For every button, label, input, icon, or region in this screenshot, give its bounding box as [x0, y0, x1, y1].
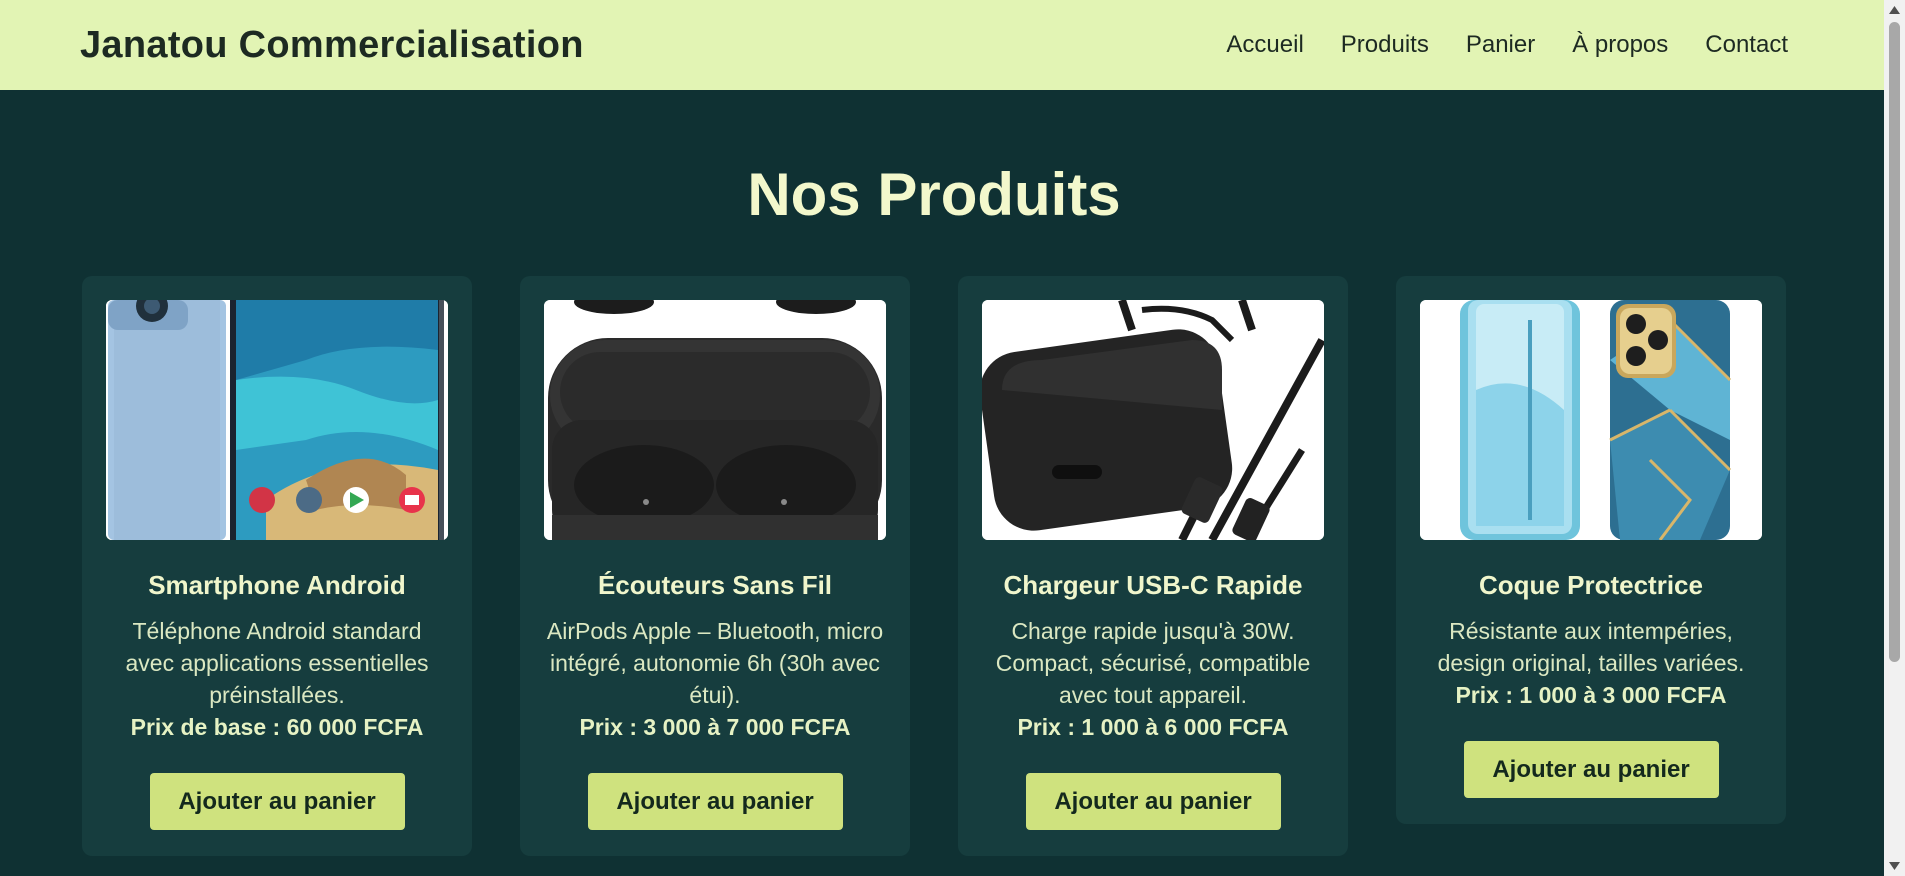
scroll-down-icon[interactable]: [1889, 862, 1900, 870]
product-card: Coque Protectrice Résistante aux intempé…: [1396, 276, 1786, 824]
page-title: Nos Produits: [747, 161, 1121, 228]
products-section: Nos Produits Smartphone Android Téléphon…: [0, 90, 1884, 876]
product-image: [1420, 300, 1762, 540]
product-image: [544, 300, 886, 540]
add-to-cart-button[interactable]: Ajouter au panier: [587, 773, 843, 830]
product-image: [106, 300, 448, 540]
product-description: Charge rapide jusqu'à 30W. Compact, sécu…: [995, 618, 1311, 708]
product-price: Prix de base : 60 000 FCFA: [130, 714, 424, 740]
product-image: [982, 300, 1324, 540]
product-description: Téléphone Android standard avec applicat…: [125, 618, 429, 708]
add-to-cart-button[interactable]: Ajouter au panier: [1025, 773, 1281, 830]
nav-contact[interactable]: Contact: [1705, 31, 1788, 59]
nav-produits[interactable]: Produits: [1341, 31, 1429, 59]
product-name: Coque Protectrice: [1479, 570, 1703, 600]
product-grid: Smartphone Android Téléphone Android sta…: [82, 276, 1786, 856]
product-price: Prix : 3 000 à 7 000 FCFA: [579, 714, 851, 740]
product-name: Écouteurs Sans Fil: [597, 570, 833, 600]
usb-c-charger-image: [982, 300, 1324, 540]
earbuds-case-image: [544, 300, 886, 540]
add-to-cart-button[interactable]: Ajouter au panier: [1463, 741, 1719, 798]
product-price: Prix : 1 000 à 3 000 FCFA: [1455, 682, 1727, 708]
scroll-up-icon[interactable]: [1889, 6, 1900, 14]
nav-accueil[interactable]: Accueil: [1226, 31, 1303, 59]
vertical-scrollbar[interactable]: [1884, 0, 1905, 876]
product-price: Prix : 1 000 à 6 000 FCFA: [1017, 714, 1289, 740]
scrollbar-thumb[interactable]: [1889, 22, 1900, 662]
product-card: Smartphone Android Téléphone Android sta…: [82, 276, 472, 856]
product-name: Smartphone Android: [148, 570, 406, 600]
product-description: AirPods Apple – Bluetooth, micro intégré…: [546, 618, 884, 708]
phone-case-image: [1420, 300, 1762, 540]
add-to-cart-button[interactable]: Ajouter au panier: [149, 773, 405, 830]
product-name: Chargeur USB-C Rapide: [1003, 570, 1303, 600]
site-header: Janatou Commercialisation Accueil Produi…: [0, 0, 1884, 90]
brand-title[interactable]: Janatou Commercialisation: [80, 24, 584, 67]
product-card: Chargeur USB-C Rapide Charge rapide jusq…: [958, 276, 1348, 856]
main-nav: Accueil Produits Panier À propos Contact: [1226, 31, 1788, 59]
product-card: Écouteurs Sans Fil AirPods Apple – Bluet…: [520, 276, 910, 856]
smartphone-image: [106, 300, 448, 540]
nav-a-propos[interactable]: À propos: [1572, 31, 1668, 59]
nav-panier[interactable]: Panier: [1466, 31, 1535, 59]
product-description: Résistante aux intempéries, design origi…: [1437, 618, 1745, 676]
